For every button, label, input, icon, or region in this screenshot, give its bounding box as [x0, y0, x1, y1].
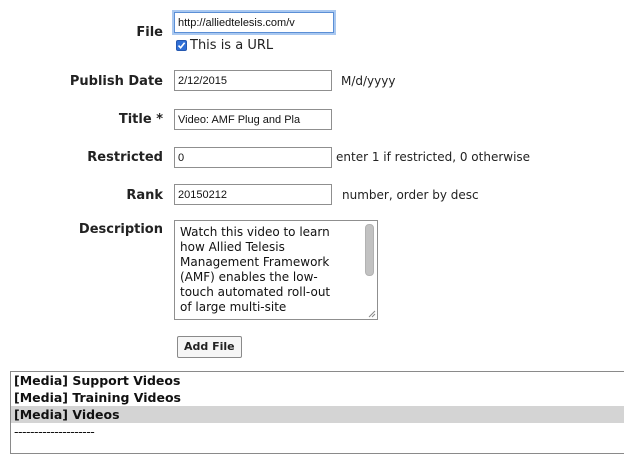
list-item-selected[interactable]: [Media] Videos — [11, 406, 624, 423]
title-input[interactable] — [174, 109, 332, 130]
resize-grip-icon[interactable] — [367, 309, 376, 318]
file-url-input[interactable] — [174, 12, 334, 33]
file-label: File — [136, 25, 163, 40]
url-checkbox-label: This is a URL — [190, 38, 274, 53]
category-listbox[interactable]: [Media] Support Videos [Media] Training … — [10, 371, 624, 454]
checkmark-icon — [177, 42, 186, 50]
description-label: Description — [78, 222, 163, 237]
list-item[interactable]: [Media] Training Videos — [11, 389, 624, 406]
publish-date-label: Publish Date — [69, 74, 163, 89]
description-textarea[interactable]: Watch this video to learn how Allied Tel… — [174, 220, 378, 320]
add-file-button[interactable]: Add File — [177, 336, 242, 358]
restricted-label: Restricted — [87, 150, 163, 165]
publish-date-hint: M/d/yyyy — [341, 74, 396, 88]
publish-date-input[interactable] — [174, 70, 332, 91]
rank-label: Rank — [126, 188, 163, 203]
textarea-scrollbar-thumb[interactable] — [365, 224, 374, 276]
rank-input[interactable] — [174, 184, 332, 205]
url-checkbox[interactable] — [176, 40, 187, 51]
restricted-hint: enter 1 if restricted, 0 otherwise — [336, 150, 531, 164]
title-label: Title * — [118, 112, 163, 127]
list-separator: -------------------- — [14, 424, 95, 439]
rank-hint: number, order by desc — [342, 188, 479, 202]
description-text: Watch this video to learn how Allied Tel… — [180, 225, 331, 314]
restricted-input[interactable] — [174, 147, 332, 168]
list-item[interactable]: [Media] Support Videos — [11, 372, 624, 389]
